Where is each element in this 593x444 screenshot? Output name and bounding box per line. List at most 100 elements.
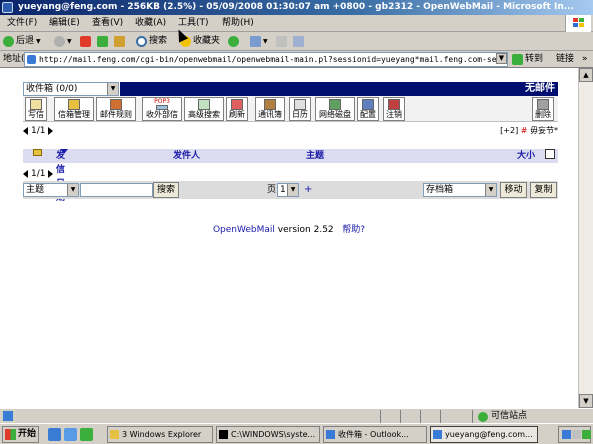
search-input[interactable] bbox=[80, 183, 153, 197]
task-browser[interactable]: yueyang@feng.com... bbox=[430, 426, 538, 443]
task-outlook[interactable]: 收件箱 - Outlook... bbox=[323, 426, 427, 443]
show-desktop-icon[interactable] bbox=[64, 428, 77, 441]
chevron-down-icon: ▼ bbox=[67, 184, 78, 196]
move-button[interactable]: 移动 bbox=[500, 182, 527, 198]
preferences-label: 配置 bbox=[360, 110, 376, 119]
search-submit-button[interactable]: 搜索 bbox=[153, 182, 179, 198]
task-label: 收件箱 - Outlook... bbox=[338, 430, 409, 439]
trash-icon bbox=[537, 99, 549, 110]
media-icon bbox=[228, 36, 239, 47]
page-indicator-bottom: 1/1 bbox=[31, 169, 46, 179]
search-button[interactable]: 搜索 bbox=[136, 34, 167, 49]
preferences-button[interactable]: 配置 bbox=[357, 97, 379, 121]
calendar-label: 日历 bbox=[292, 110, 308, 119]
menu-edit[interactable]: 编辑(E) bbox=[49, 17, 80, 30]
logout-icon bbox=[388, 99, 400, 110]
select-all-checkbox[interactable] bbox=[545, 149, 555, 159]
search-label: 搜索 bbox=[149, 36, 168, 46]
next-page-icon[interactable] bbox=[48, 170, 54, 178]
pop3-button[interactable]: POP3 收外部信 bbox=[142, 97, 182, 121]
addressbook-button[interactable]: 通讯簿 bbox=[255, 97, 285, 121]
menu-help[interactable]: 帮助(H) bbox=[222, 17, 254, 30]
stop-button[interactable] bbox=[80, 34, 91, 49]
right-note-hash: # bbox=[520, 126, 528, 135]
prev-page-icon[interactable] bbox=[23, 170, 28, 178]
address-dropdown-button[interactable]: ▼ bbox=[496, 53, 507, 64]
delete-button[interactable]: 删除 bbox=[532, 97, 554, 121]
taskbar: 开始 3 Windows Explorer C:\WINDOWS\syste..… bbox=[0, 423, 593, 444]
prev-page-icon[interactable] bbox=[23, 127, 28, 135]
scroll-down-icon[interactable]: ▼ bbox=[579, 394, 593, 408]
print-button[interactable] bbox=[276, 34, 287, 49]
page-content: 收件箱 (0/0) ▼ 无邮件 写信 信箱管理 邮件规则 POP3 收外部信 高级… bbox=[0, 68, 578, 408]
refresh-button[interactable] bbox=[97, 34, 108, 49]
next-page-icon[interactable] bbox=[48, 127, 54, 135]
chevron-down-icon: ▼ bbox=[263, 38, 268, 45]
mail-action-bar: 写信 信箱管理 邮件规则 POP3 收外部信 高级搜索 刷新 通讯簿 日历 网络磁… bbox=[23, 96, 558, 122]
edit-button[interactable] bbox=[293, 34, 304, 49]
start-button[interactable]: 开始 bbox=[2, 426, 39, 443]
system-tray bbox=[558, 426, 591, 443]
webdisk-button[interactable]: 网络磁盘 bbox=[315, 97, 355, 121]
sort-sender-header[interactable]: 发件人 bbox=[173, 149, 200, 163]
tray-app-icon[interactable] bbox=[582, 430, 591, 439]
filter-rules-button[interactable]: 邮件规则 bbox=[96, 97, 136, 121]
media-quicklaunch-icon[interactable] bbox=[80, 428, 93, 441]
security-zone: 可信站点 bbox=[478, 410, 527, 423]
folder-select[interactable]: 收件箱 (0/0) ▼ bbox=[23, 82, 119, 96]
pager-top: 1/1 bbox=[23, 125, 54, 137]
search-field-select[interactable]: 主题 ▼ bbox=[23, 183, 79, 197]
home-button[interactable] bbox=[114, 34, 125, 49]
task-cmd[interactable]: C:\WINDOWS\syste... bbox=[216, 426, 320, 443]
folder-icon bbox=[68, 99, 80, 110]
stop-icon bbox=[80, 36, 91, 47]
expand-plus-link[interactable]: + bbox=[304, 183, 312, 197]
forward-button[interactable]: ▼ bbox=[54, 34, 72, 49]
page-status-icon bbox=[3, 411, 13, 421]
menu-file[interactable]: 文件(F) bbox=[7, 17, 37, 30]
sort-subject-header[interactable]: 主题 bbox=[306, 149, 324, 163]
vertical-scrollbar[interactable]: ▲ ▼ bbox=[578, 68, 593, 408]
page-indicator: 1/1 bbox=[31, 126, 46, 136]
menu-view[interactable]: 查看(V) bbox=[92, 17, 123, 30]
window-titlebar: yueyang@feng.com - 256KB (2.5%) - 05/09/… bbox=[0, 0, 593, 15]
folder-icon bbox=[110, 430, 119, 439]
ie-quicklaunch-icon[interactable] bbox=[48, 428, 61, 441]
calendar-button[interactable]: 日历 bbox=[289, 97, 311, 121]
help-link[interactable]: 帮助? bbox=[342, 225, 365, 235]
home-icon bbox=[114, 36, 125, 47]
network-icon[interactable] bbox=[562, 430, 571, 439]
page-select[interactable]: 1 ▼ bbox=[277, 183, 299, 197]
start-label: 开始 bbox=[18, 429, 37, 439]
back-button[interactable]: 后退 ▼ bbox=[3, 34, 41, 49]
media-button[interactable] bbox=[228, 34, 239, 49]
logout-button[interactable]: 注销 bbox=[383, 97, 405, 121]
address-input[interactable]: http://mail.feng.com/cgi-bin/openwebmail… bbox=[24, 52, 508, 67]
links-button[interactable]: 链接 bbox=[556, 53, 574, 66]
move-target-value: 存档箱 bbox=[426, 185, 454, 195]
folders-button[interactable]: 信箱管理 bbox=[54, 97, 94, 121]
sort-size-header[interactable]: 大小 bbox=[517, 149, 535, 163]
right-note-prefix[interactable]: [+2] bbox=[500, 126, 518, 135]
scroll-up-icon[interactable]: ▲ bbox=[579, 68, 593, 82]
filter-icon bbox=[110, 99, 122, 110]
menu-favorites[interactable]: 收藏(A) bbox=[135, 17, 166, 30]
status-bar: 可信站点 bbox=[0, 408, 593, 423]
compose-button[interactable]: 写信 bbox=[25, 97, 47, 121]
refresh-mail-button[interactable]: 刷新 bbox=[226, 97, 248, 121]
product-link[interactable]: OpenWebMail bbox=[213, 225, 275, 235]
move-target-select[interactable]: 存档箱 ▼ bbox=[423, 183, 497, 197]
go-arrow-icon bbox=[512, 54, 523, 65]
links-more-icon[interactable]: » bbox=[582, 53, 588, 66]
advanced-search-button[interactable]: 高级搜索 bbox=[184, 97, 224, 121]
task-windows-explorer[interactable]: 3 Windows Explorer bbox=[107, 426, 213, 443]
addressbook-icon bbox=[264, 99, 276, 110]
footer-version: OpenWebMail version 2.52 帮助? bbox=[0, 224, 578, 236]
mail-button[interactable]: ▼ bbox=[250, 34, 268, 49]
no-mail-label: 无邮件 bbox=[525, 83, 555, 94]
address-url: http://mail.feng.com/cgi-bin/openwebmail… bbox=[39, 55, 508, 64]
copy-button[interactable]: 复制 bbox=[530, 182, 557, 198]
go-button[interactable]: 转到 bbox=[512, 53, 543, 66]
volume-icon[interactable] bbox=[572, 430, 581, 439]
filter-rules-label: 邮件规则 bbox=[100, 110, 132, 119]
